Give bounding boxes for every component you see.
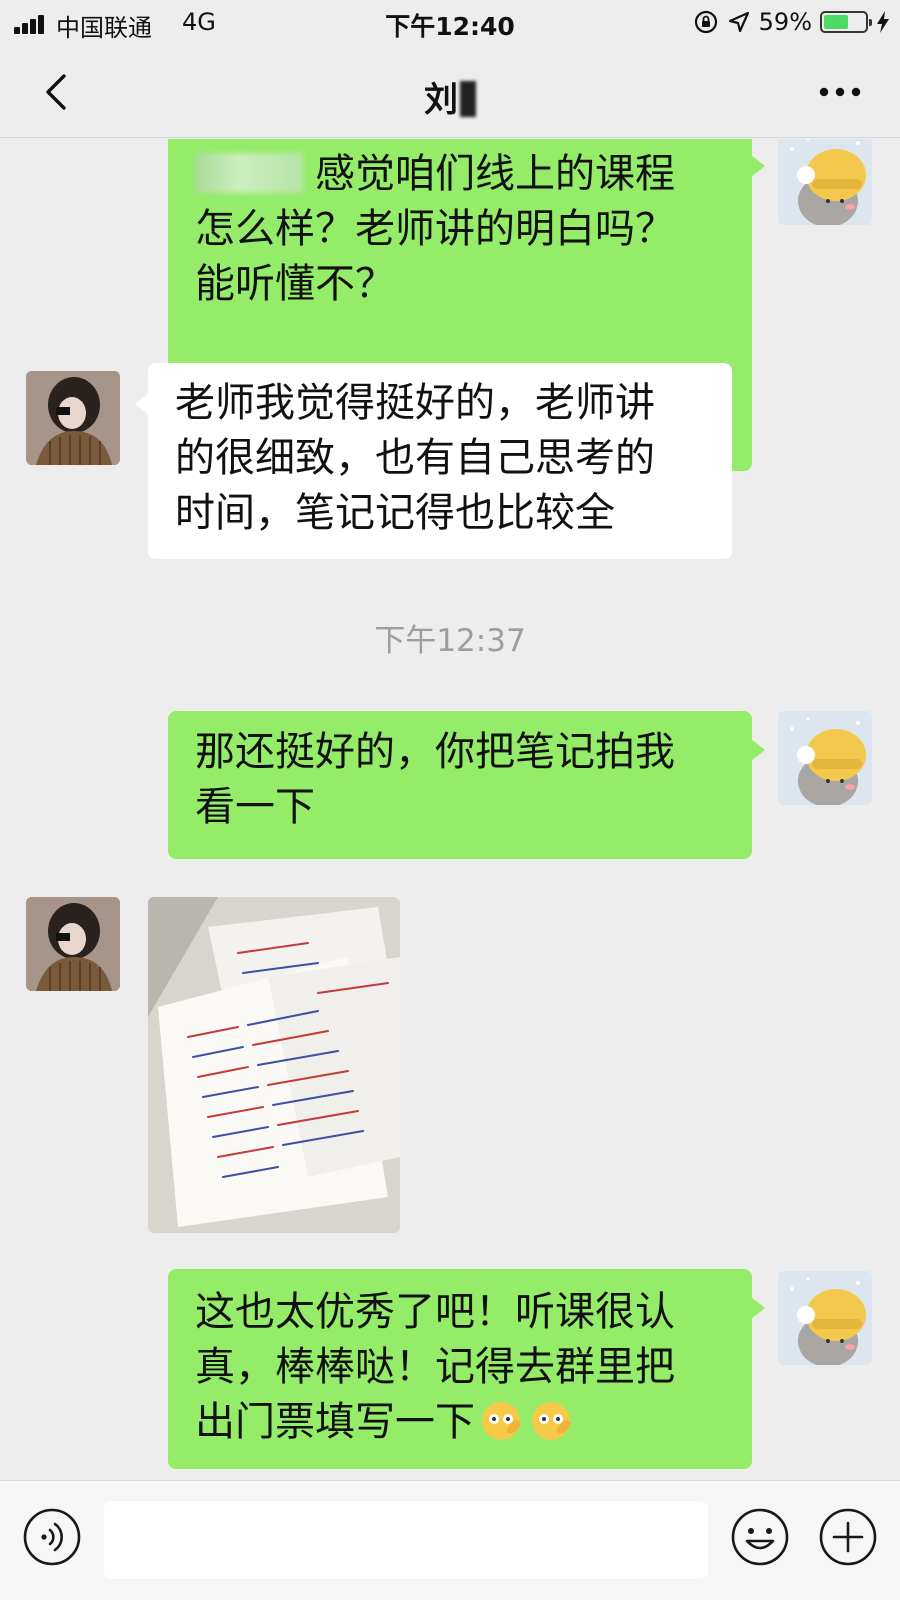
message-line: 那还挺好的，你把笔记拍我 bbox=[195, 729, 675, 775]
message-line: 看一下 bbox=[195, 784, 315, 830]
charging-icon bbox=[877, 11, 889, 33]
notes-photo-image bbox=[148, 897, 400, 1233]
message-line: 时间，笔记记得也比较全 bbox=[175, 490, 615, 536]
orientation-lock-icon bbox=[694, 10, 717, 34]
status-right-group: 59% bbox=[693, 8, 890, 36]
cat-avatar-icon bbox=[778, 139, 872, 225]
contact-avatar[interactable] bbox=[26, 371, 120, 465]
facepalm-emoji-icon bbox=[482, 1402, 521, 1440]
my-avatar[interactable] bbox=[778, 139, 872, 225]
battery-icon bbox=[820, 11, 872, 33]
message-bubble-incoming[interactable]: 老师我觉得挺好的，老师讲 的很细致，也有自己思考的 时间，笔记记得也比较全 bbox=[135, 363, 732, 559]
smiley-icon[interactable] bbox=[730, 1507, 790, 1567]
chat-header: 刘 bbox=[0, 46, 900, 138]
redacted-name bbox=[195, 153, 303, 193]
name-redaction bbox=[460, 81, 476, 117]
message-line: 怎么样？老师讲的明白吗？ bbox=[195, 206, 675, 252]
more-dots-icon[interactable] bbox=[818, 86, 862, 98]
message-bubble-outgoing[interactable]: 这也太优秀了吧！听课很认 真，棒棒哒！记得去群里把 出门票填写一下 bbox=[168, 1269, 765, 1469]
chat-title: 刘 bbox=[0, 72, 900, 121]
voice-icon[interactable] bbox=[22, 1507, 82, 1567]
message-bubble-outgoing[interactable]: 那还挺好的，你把笔记拍我 看一下 bbox=[168, 711, 765, 859]
message-input[interactable] bbox=[104, 1501, 708, 1579]
my-avatar[interactable] bbox=[778, 711, 872, 805]
girl-avatar-icon bbox=[26, 897, 120, 991]
contact-name: 刘 bbox=[424, 80, 458, 120]
status-bar: 中国联通 4G 下午12:40 59% bbox=[0, 0, 900, 46]
battery-level-fill bbox=[824, 15, 848, 29]
facepalm-emoji-icon bbox=[532, 1402, 571, 1440]
message-timestamp: 下午12:37 bbox=[374, 623, 526, 659]
location-icon bbox=[728, 11, 749, 33]
chat-area[interactable]: 感觉咱们线上的课程 怎么样？老师讲的明白吗？ 能听懂不？ 老师我觉得挺好的，老师… bbox=[0, 139, 900, 1479]
notes-photo[interactable] bbox=[148, 897, 400, 1233]
plus-circle-icon[interactable] bbox=[818, 1507, 878, 1567]
message-line: 能听懂不？ bbox=[195, 261, 395, 307]
my-avatar[interactable] bbox=[778, 1271, 872, 1365]
contact-avatar[interactable] bbox=[26, 897, 120, 991]
battery-percent: 59% bbox=[758, 8, 812, 36]
message-line: 老师我觉得挺好的，老师讲 bbox=[175, 380, 655, 426]
message-line: 出门票填写一下 bbox=[195, 1395, 725, 1450]
message-line: 感觉咱们线上的课程 bbox=[195, 147, 725, 202]
message-line: 这也太优秀了吧！听课很认 bbox=[195, 1289, 675, 1335]
cat-avatar-icon bbox=[778, 1271, 872, 1365]
message-line: 的很细致，也有自己思考的 bbox=[175, 435, 655, 481]
cat-avatar-icon bbox=[778, 711, 872, 805]
input-bar bbox=[0, 1480, 900, 1600]
message-line: 真，棒棒哒！记得去群里把 bbox=[195, 1344, 675, 1390]
girl-avatar-icon bbox=[26, 371, 120, 465]
